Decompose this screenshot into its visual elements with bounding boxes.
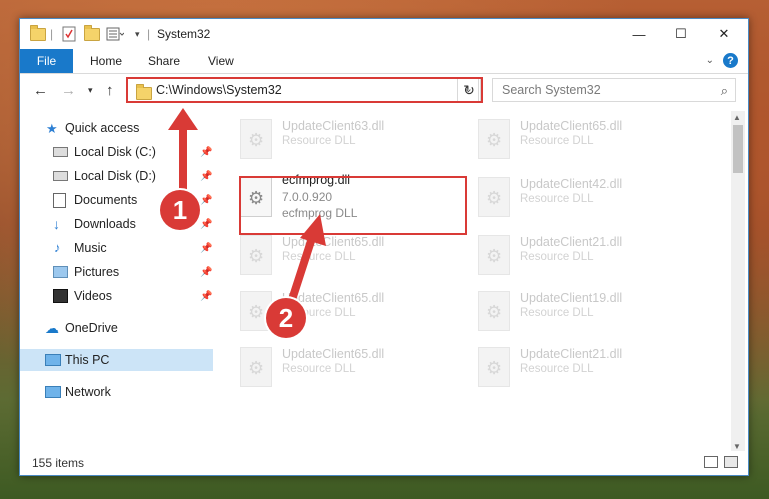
- annotation-arrows: [168, 108, 326, 316]
- step-1-badge: 1: [160, 190, 200, 230]
- arrow-2-head: [300, 214, 326, 246]
- step-2-badge: 2: [266, 298, 306, 338]
- arrow-1-head: [168, 108, 198, 130]
